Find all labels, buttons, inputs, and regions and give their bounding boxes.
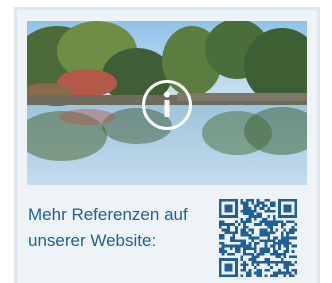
info-icon[interactable] xyxy=(141,79,193,131)
reference-photo[interactable] xyxy=(27,21,307,185)
qr-code-icon[interactable] xyxy=(219,197,297,279)
references-card: Mehr Referenzen auf unserer Website: xyxy=(14,7,320,283)
references-caption: Mehr Referenzen auf unserer Website: xyxy=(28,205,188,250)
